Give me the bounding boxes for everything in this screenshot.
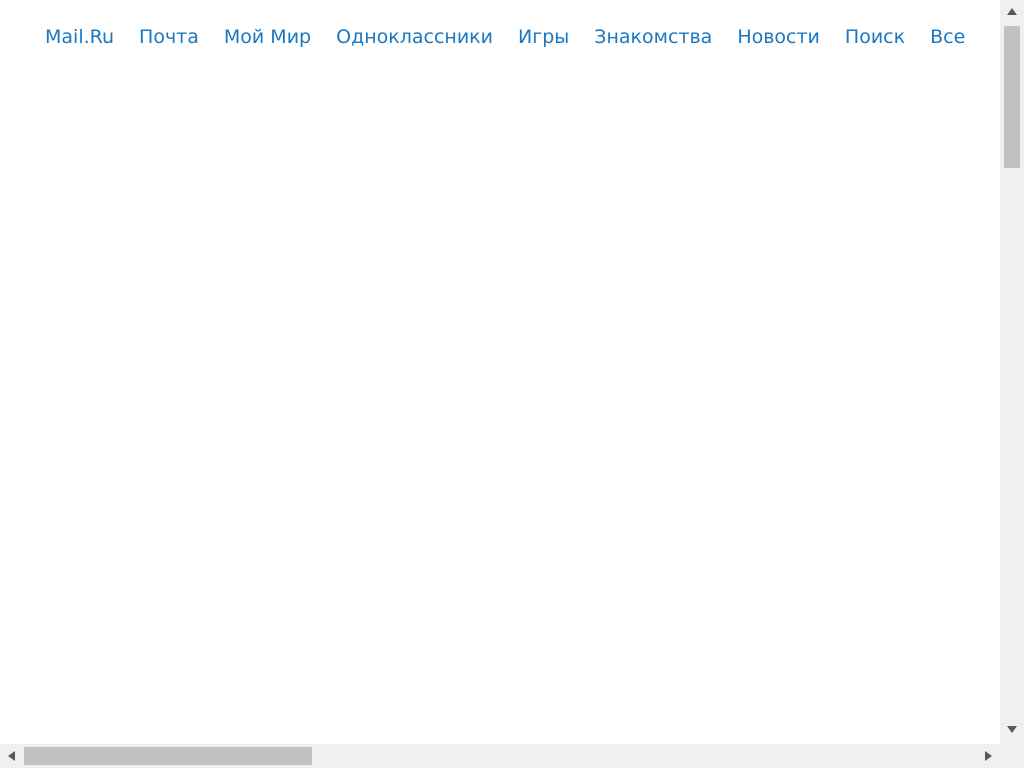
scroll-down-arrow-icon[interactable] [1007, 726, 1017, 733]
vertical-scrollbar[interactable] [1000, 0, 1024, 744]
nav-link-vse[interactable]: Все [930, 24, 965, 50]
horizontal-scrollbar[interactable] [0, 744, 1000, 768]
nav-link-pochta[interactable]: Почта [139, 24, 199, 50]
portal-nav: Mail.Ru Почта Мой Мир Одноклассники Игры Знак… [45, 24, 990, 50]
nav-link-poisk[interactable]: Поиск [845, 24, 905, 50]
scroll-up-arrow-icon[interactable] [1007, 8, 1017, 15]
nav-link-novosti[interactable]: Новости [737, 24, 820, 50]
scrollbar-corner [1000, 744, 1024, 768]
nav-link-znakomstva[interactable]: Знакомства [594, 24, 712, 50]
nav-link-moy-mir[interactable]: Мой Мир [224, 24, 311, 50]
horizontal-scroll-thumb[interactable] [24, 747, 312, 765]
nav-link-mailru[interactable]: Mail.Ru [45, 24, 114, 50]
nav-link-igry[interactable]: Игры [518, 24, 569, 50]
page-viewport: Mail.Ru Почта Мой Мир Одноклассники Игры Знак… [0, 0, 1000, 744]
nav-link-odnoklassniki[interactable]: Одноклассники [336, 24, 493, 50]
scroll-right-arrow-icon[interactable] [985, 751, 992, 761]
scroll-left-arrow-icon[interactable] [8, 751, 15, 761]
vertical-scroll-thumb[interactable] [1004, 26, 1020, 168]
